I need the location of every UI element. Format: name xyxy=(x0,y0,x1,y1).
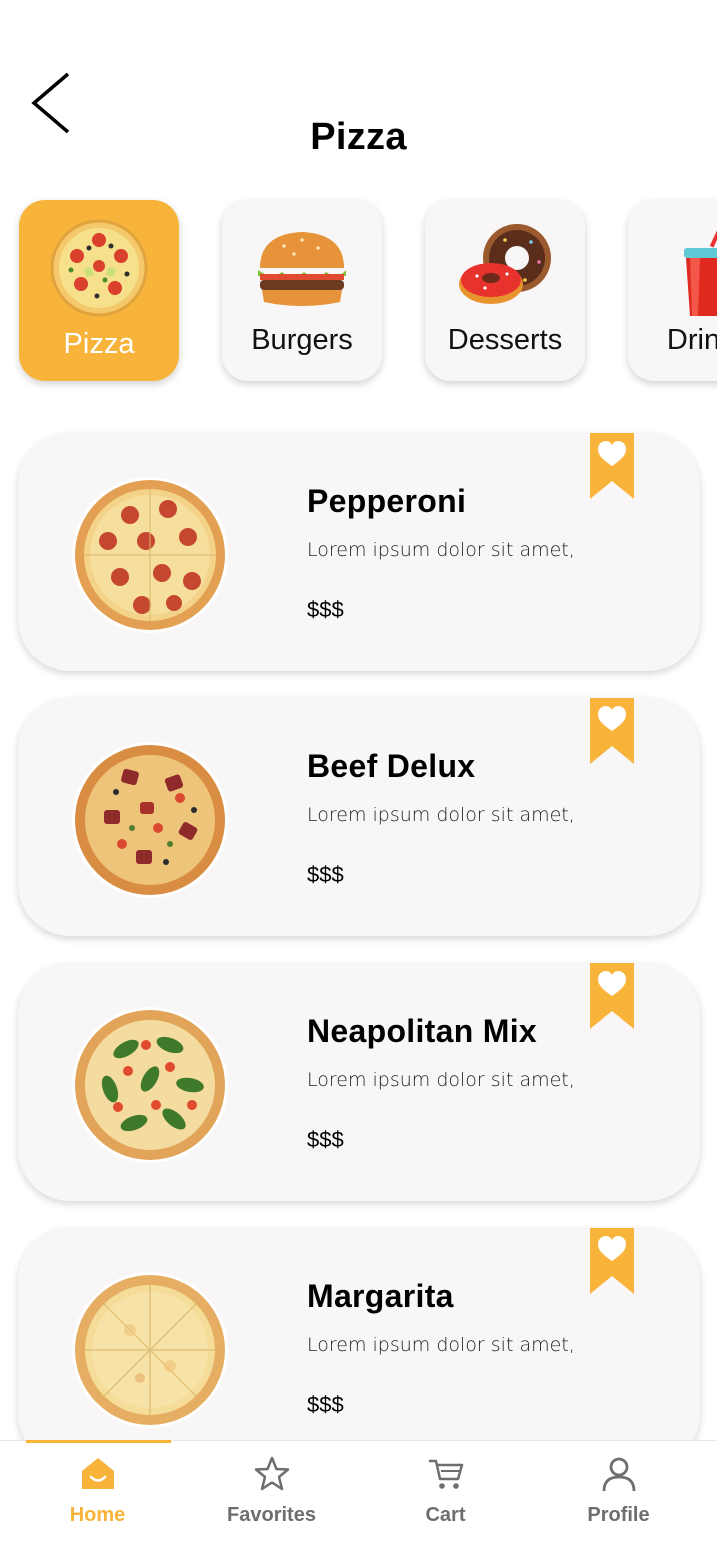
item-name: Pepperoni xyxy=(307,483,467,519)
cart-icon xyxy=(428,1459,464,1489)
nav-label: Favorites xyxy=(227,1504,316,1526)
menu-item-card[interactable]: Pepperoni Lorem ipsum dolor sit amet, $$… xyxy=(18,433,700,671)
item-description: Lorem ipsum dolor sit amet, xyxy=(307,1069,575,1091)
item-description: Lorem ipsum dolor sit amet, xyxy=(307,804,575,826)
neapolitan-mix-pizza-image xyxy=(72,1007,228,1163)
category-burgers[interactable]: Burgers xyxy=(222,200,382,381)
star-icon xyxy=(254,1456,290,1491)
drink-cup-icon xyxy=(684,218,717,316)
burger-icon xyxy=(258,232,346,306)
item-name: Margarita xyxy=(307,1278,454,1314)
page-title: Pizza xyxy=(310,116,407,158)
nav-label: Home xyxy=(69,1504,126,1526)
category-pizza[interactable]: Pizza xyxy=(19,200,179,381)
item-name: Beef Delux xyxy=(307,748,476,784)
nav-cart[interactable]: Cart xyxy=(356,1441,535,1541)
bottom-navigation: Home Favorites Cart Profile xyxy=(0,1440,717,1555)
item-description: Lorem ipsum dolor sit amet, xyxy=(307,539,575,561)
donut-icon xyxy=(459,224,551,304)
margarita-pizza-image xyxy=(72,1272,228,1428)
favorite-heart-icon[interactable] xyxy=(590,433,634,499)
category-label: Pizza xyxy=(63,328,135,360)
user-icon xyxy=(602,1457,636,1492)
category-drinks[interactable]: Drinks xyxy=(628,200,717,381)
item-price: $$$ xyxy=(307,1392,344,1417)
favorite-heart-icon[interactable] xyxy=(590,698,634,764)
favorite-heart-icon[interactable] xyxy=(590,1228,634,1294)
category-label: Drinks xyxy=(666,324,717,356)
category-label: Desserts xyxy=(447,324,563,356)
nav-label: Cart xyxy=(425,1504,466,1526)
item-price: $$$ xyxy=(307,862,344,887)
category-label: Burgers xyxy=(251,324,353,356)
home-icon xyxy=(82,1458,114,1489)
pizza-icon xyxy=(50,219,148,317)
pepperoni-pizza-image xyxy=(72,477,228,633)
nav-favorites[interactable]: Favorites xyxy=(182,1441,361,1541)
nav-label: Profile xyxy=(587,1504,650,1526)
favorite-heart-icon[interactable] xyxy=(590,963,634,1029)
item-description: Lorem ipsum dolor sit amet, xyxy=(307,1334,575,1356)
category-desserts[interactable]: Desserts xyxy=(425,200,585,381)
menu-item-card[interactable]: Neapolitan Mix Lorem ipsum dolor sit ame… xyxy=(18,963,700,1201)
item-price: $$$ xyxy=(307,597,344,622)
nav-home[interactable]: Home xyxy=(8,1441,187,1541)
menu-item-card[interactable]: Beef Delux Lorem ipsum dolor sit amet, $… xyxy=(18,698,700,936)
beef-delux-pizza-image xyxy=(72,742,228,898)
menu-item-card[interactable]: Margarita Lorem ipsum dolor sit amet, $$… xyxy=(18,1228,700,1466)
item-name: Neapolitan Mix xyxy=(307,1013,538,1049)
category-strip[interactable]: Pizza Burgers Desserts Drin xyxy=(0,195,717,395)
nav-profile[interactable]: Profile xyxy=(529,1441,708,1541)
item-price: $$$ xyxy=(307,1127,344,1152)
